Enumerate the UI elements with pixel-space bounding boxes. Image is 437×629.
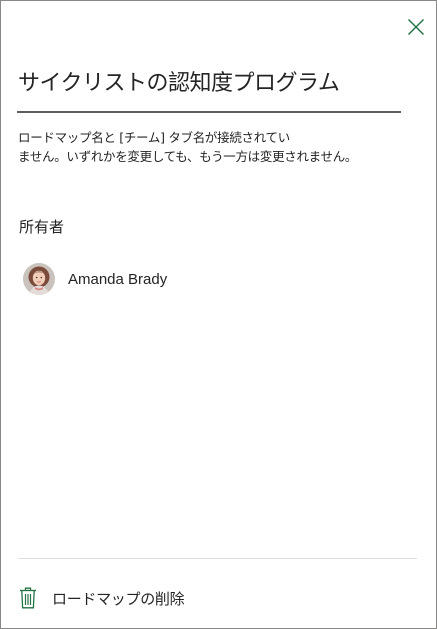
owner-heading: 所有者 bbox=[19, 218, 65, 236]
close-icon[interactable] bbox=[407, 18, 425, 36]
trash-icon[interactable] bbox=[19, 587, 37, 609]
avatar[interactable] bbox=[23, 263, 55, 295]
description-line-1: ロードマップ名と [チーム] タブ名が接続されてい bbox=[18, 130, 290, 145]
title-underline bbox=[17, 111, 401, 113]
roadmap-settings-panel: サイクリストの認知度プログラム ロードマップ名と [チーム] タブ名が接続されて… bbox=[0, 0, 437, 629]
delete-roadmap-label: ロードマップの削除 bbox=[52, 589, 185, 608]
close-button[interactable] bbox=[404, 15, 428, 39]
owner-item[interactable]: Amanda Brady bbox=[23, 262, 167, 296]
description-line-2: ません。いずれかを変更しても、もう一方は変更されません。 bbox=[18, 149, 358, 164]
rename-description: ロードマップ名と [チーム] タブ名が接続されてい ません。いずれかを変更しても… bbox=[18, 128, 418, 166]
delete-roadmap-button[interactable]: ロードマップの削除 bbox=[19, 585, 185, 611]
owner-name: Amanda Brady bbox=[68, 270, 168, 288]
footer-divider bbox=[18, 558, 417, 559]
roadmap-title[interactable]: サイクリストの認知度プログラム bbox=[18, 65, 401, 97]
